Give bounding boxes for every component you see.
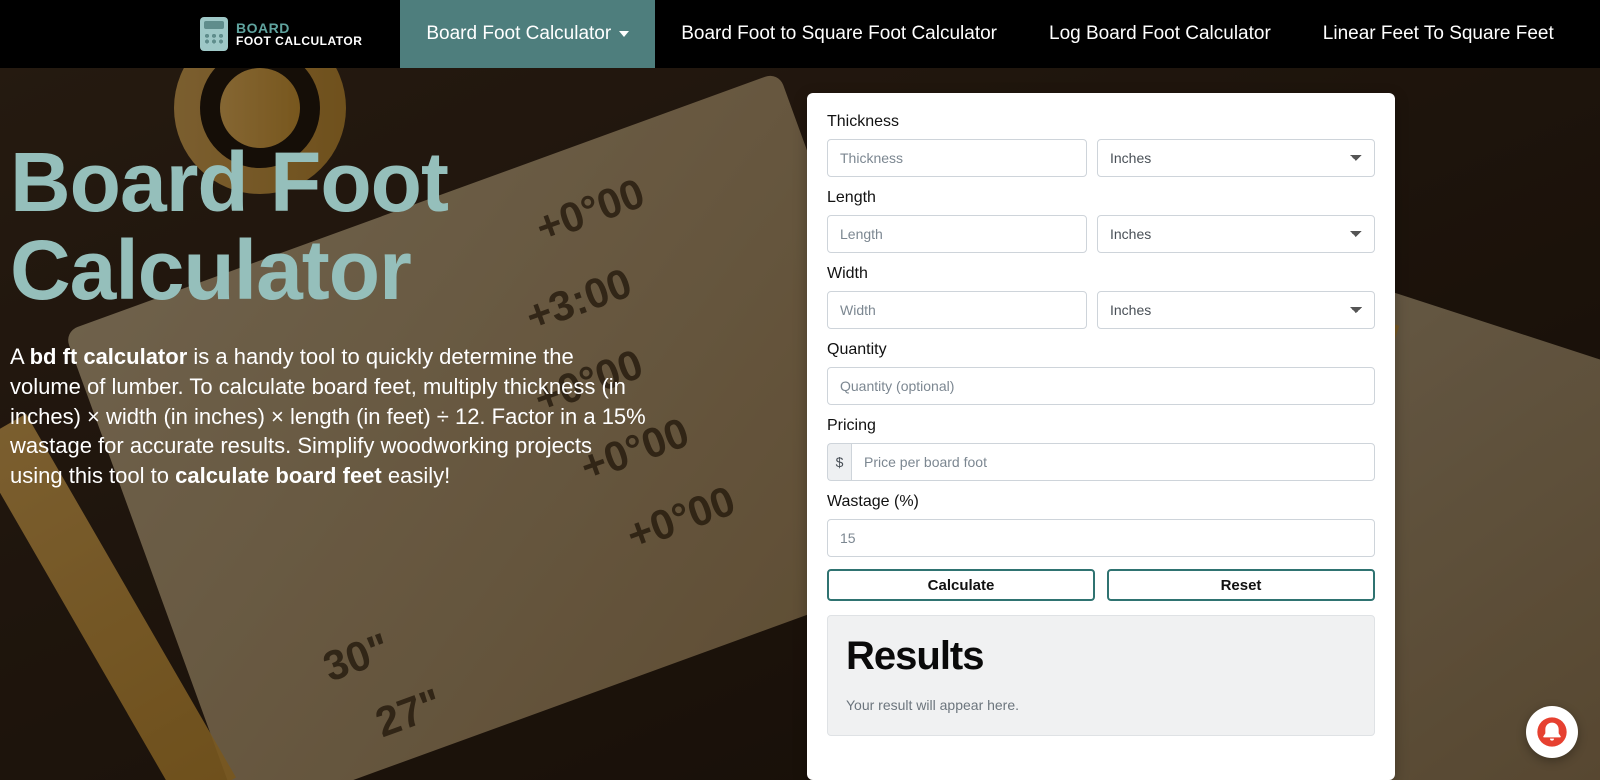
results-placeholder: Your result will appear here.	[846, 697, 1356, 713]
label-width: Width	[827, 265, 1375, 283]
logo-text: BOARD FOOT CALCULATOR	[236, 21, 362, 47]
field-thickness: Thickness Inches	[827, 113, 1375, 177]
calculator-card: Thickness Inches Length Inches	[807, 93, 1395, 780]
currency-prefix: $	[827, 443, 851, 481]
field-wastage: Wastage (%)	[827, 493, 1375, 557]
label-length: Length	[827, 189, 1375, 207]
label-quantity: Quantity	[827, 341, 1375, 359]
text-bold: calculate board feet	[175, 463, 382, 488]
hero-section: +0°00 +3:00 +0°00 +0°00 +0°00 30" 27"	[0, 68, 1600, 780]
wastage-input[interactable]	[827, 519, 1375, 557]
field-length: Length Inches	[827, 189, 1375, 253]
button-row: Calculate Reset	[827, 569, 1375, 601]
site-logo[interactable]: BOARD FOOT CALCULATOR	[200, 17, 362, 51]
price-input[interactable]	[851, 443, 1375, 481]
logo-line1: BOARD	[236, 21, 362, 35]
page-title: Board Foot Calculator	[10, 138, 650, 314]
length-input[interactable]	[827, 215, 1087, 253]
field-pricing: Pricing $	[827, 417, 1375, 481]
primary-nav: Board Foot Calculator Board Foot to Squa…	[400, 0, 1579, 68]
thickness-input[interactable]	[827, 139, 1087, 177]
label-thickness: Thickness	[827, 113, 1375, 131]
width-input[interactable]	[827, 291, 1087, 329]
results-panel: Results Your result will appear here.	[827, 615, 1375, 736]
field-width: Width Inches	[827, 265, 1375, 329]
thickness-unit-select[interactable]: Inches	[1097, 139, 1375, 177]
length-unit-select[interactable]: Inches	[1097, 215, 1375, 253]
results-heading: Results	[846, 634, 1356, 679]
notification-button[interactable]	[1526, 706, 1578, 758]
nav-item-log-bf[interactable]: Log Board Foot Calculator	[1023, 0, 1297, 68]
reset-button[interactable]: Reset	[1107, 569, 1375, 601]
nav-item-bf-to-sqft[interactable]: Board Foot to Square Foot Calculator	[655, 0, 1023, 68]
hero-description: A bd ft calculator is a handy tool to qu…	[10, 342, 650, 490]
text-bold: bd ft calculator	[30, 344, 188, 369]
label-wastage: Wastage (%)	[827, 493, 1375, 511]
quantity-input[interactable]	[827, 367, 1375, 405]
top-navbar: BOARD FOOT CALCULATOR Board Foot Calcula…	[0, 0, 1600, 68]
nav-label: Log Board Foot Calculator	[1049, 23, 1271, 45]
nav-label: Board Foot to Square Foot Calculator	[681, 23, 997, 45]
nav-item-linear-to-sqft[interactable]: Linear Feet To Square Feet	[1297, 0, 1580, 68]
logo-line2: FOOT CALCULATOR	[236, 35, 362, 47]
nav-label: Board Foot Calculator	[426, 23, 611, 45]
bell-icon	[1536, 716, 1568, 748]
text: A	[10, 344, 30, 369]
text: easily!	[382, 463, 450, 488]
calculator-icon	[200, 17, 228, 51]
width-unit-select[interactable]: Inches	[1097, 291, 1375, 329]
calculate-button[interactable]: Calculate	[827, 569, 1095, 601]
nav-label: Linear Feet To Square Feet	[1323, 23, 1554, 45]
field-quantity: Quantity	[827, 341, 1375, 405]
chevron-down-icon	[619, 31, 629, 37]
nav-item-board-foot-calculator[interactable]: Board Foot Calculator	[400, 0, 655, 68]
label-pricing: Pricing	[827, 417, 1375, 435]
hero-copy: Board Foot Calculator A bd ft calculator…	[10, 138, 650, 780]
